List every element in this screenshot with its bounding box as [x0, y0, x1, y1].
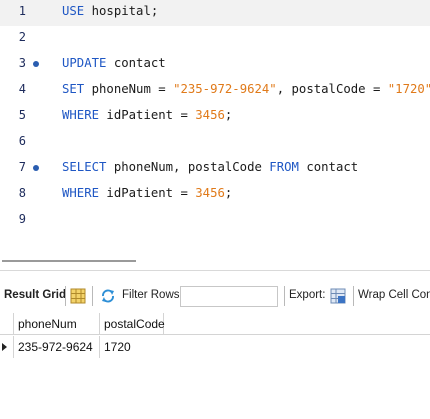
sql-text: ; — [224, 108, 233, 122]
grid-view-icon[interactable] — [70, 288, 86, 304]
line-number: 4 — [18, 82, 26, 96]
line-number: 5 — [18, 108, 26, 122]
sql-keyword: WHERE — [62, 186, 100, 200]
row-selector[interactable] — [0, 336, 14, 358]
line-number: 3 — [18, 56, 26, 70]
code-text: SELECT phoneNum, postalCode FROM contact — [62, 160, 358, 174]
sql-keyword: FROM — [269, 160, 299, 174]
toolbar-separator — [353, 286, 354, 306]
editor-line: 2 — [0, 26, 430, 52]
line-number: 2 — [18, 30, 26, 44]
refresh-filter-icon[interactable] — [100, 288, 116, 304]
sql-keyword: SELECT — [62, 160, 107, 174]
filter-rows-input-box[interactable] — [180, 286, 278, 307]
result-toolbar: Result Grid Filter Rows: Export: Wrap Ce… — [0, 282, 430, 310]
sql-keyword: WHERE — [62, 108, 100, 122]
editor-line: 7 SELECT phoneNum, postalCode FROM conta… — [0, 156, 430, 182]
line-number: 7 — [18, 160, 26, 174]
sql-literal: "1720" — [387, 82, 430, 96]
sql-text: idPatient = — [99, 186, 196, 200]
editor-line: 5 WHERE idPatient = 3456; — [0, 104, 430, 130]
filter-rows-input[interactable] — [181, 287, 277, 306]
sql-keyword: SET — [62, 82, 85, 96]
sql-text: ; — [224, 186, 233, 200]
sql-literal: 3456 — [195, 108, 225, 122]
toolbar-separator — [92, 286, 93, 306]
editor-line: 4 SET phoneNum = "235-972-9624", postalC… — [0, 78, 430, 104]
line-number: 1 — [18, 4, 26, 18]
code-text: SET phoneNum = "235-972-9624", postalCod… — [62, 82, 430, 96]
sql-literal: "235-972-9624" — [173, 82, 277, 96]
splitter-grip[interactable] — [2, 260, 136, 262]
line-number: 9 — [18, 212, 26, 226]
code-text: WHERE idPatient = 3456; — [62, 108, 232, 122]
export-icon[interactable] — [330, 288, 346, 304]
sql-text: idPatient = — [99, 108, 196, 122]
editor-line: 8 WHERE idPatient = 3456; — [0, 182, 430, 208]
toolbar-separator — [284, 286, 285, 306]
column-header-postalcode[interactable]: postalCode — [100, 313, 165, 335]
cell-postalcode[interactable]: 1720 — [100, 336, 164, 358]
sql-keyword: UPDATE — [62, 56, 107, 70]
sql-text: phoneNum, postalCode — [106, 160, 270, 174]
result-grid-label[interactable]: Result Grid — [4, 289, 66, 301]
sql-text: phoneNum = — [84, 82, 174, 96]
table-row[interactable]: 235-972-9624 1720 — [0, 336, 430, 358]
wrap-cell-content-label[interactable]: Wrap Cell Cont — [358, 289, 430, 301]
editor-line: 6 — [0, 130, 430, 156]
sql-literal: 3456 — [195, 186, 225, 200]
sql-keyword: USE — [62, 4, 85, 18]
export-label: Export: — [289, 289, 326, 301]
sql-text: , postalCode = — [276, 82, 388, 96]
code-text: UPDATE contact — [62, 56, 166, 70]
cell-phonenum[interactable]: 235-972-9624 — [14, 336, 100, 358]
sql-text: contact — [298, 160, 359, 174]
code-text: USE hospital; — [62, 4, 158, 18]
row-selector-header[interactable] — [0, 313, 14, 335]
grid-header-row: phoneNum postalCode — [0, 313, 430, 335]
toolbar-separator — [65, 286, 66, 306]
editor-line: 9 — [0, 208, 430, 234]
sql-text: hospital; — [84, 4, 159, 18]
divider — [0, 270, 430, 271]
line-number: 6 — [18, 134, 26, 148]
line-number: 8 — [18, 186, 26, 200]
code-text: WHERE idPatient = 3456; — [62, 186, 232, 200]
editor-line: 3 UPDATE contact — [0, 52, 430, 78]
statement-marker-icon — [33, 165, 39, 171]
sql-text: contact — [106, 56, 166, 70]
current-row-arrow-icon — [2, 343, 7, 351]
column-header-phonenum[interactable]: phoneNum — [14, 313, 100, 335]
statement-marker-icon — [33, 61, 39, 67]
pane-splitter[interactable] — [0, 252, 430, 266]
filter-rows-label: Filter Rows: — [122, 289, 183, 301]
editor-line: 1 USE hospital; — [0, 0, 430, 26]
sql-editor[interactable]: 1 USE hospital; 2 3 UPDATE contact 4 SET… — [0, 0, 430, 252]
